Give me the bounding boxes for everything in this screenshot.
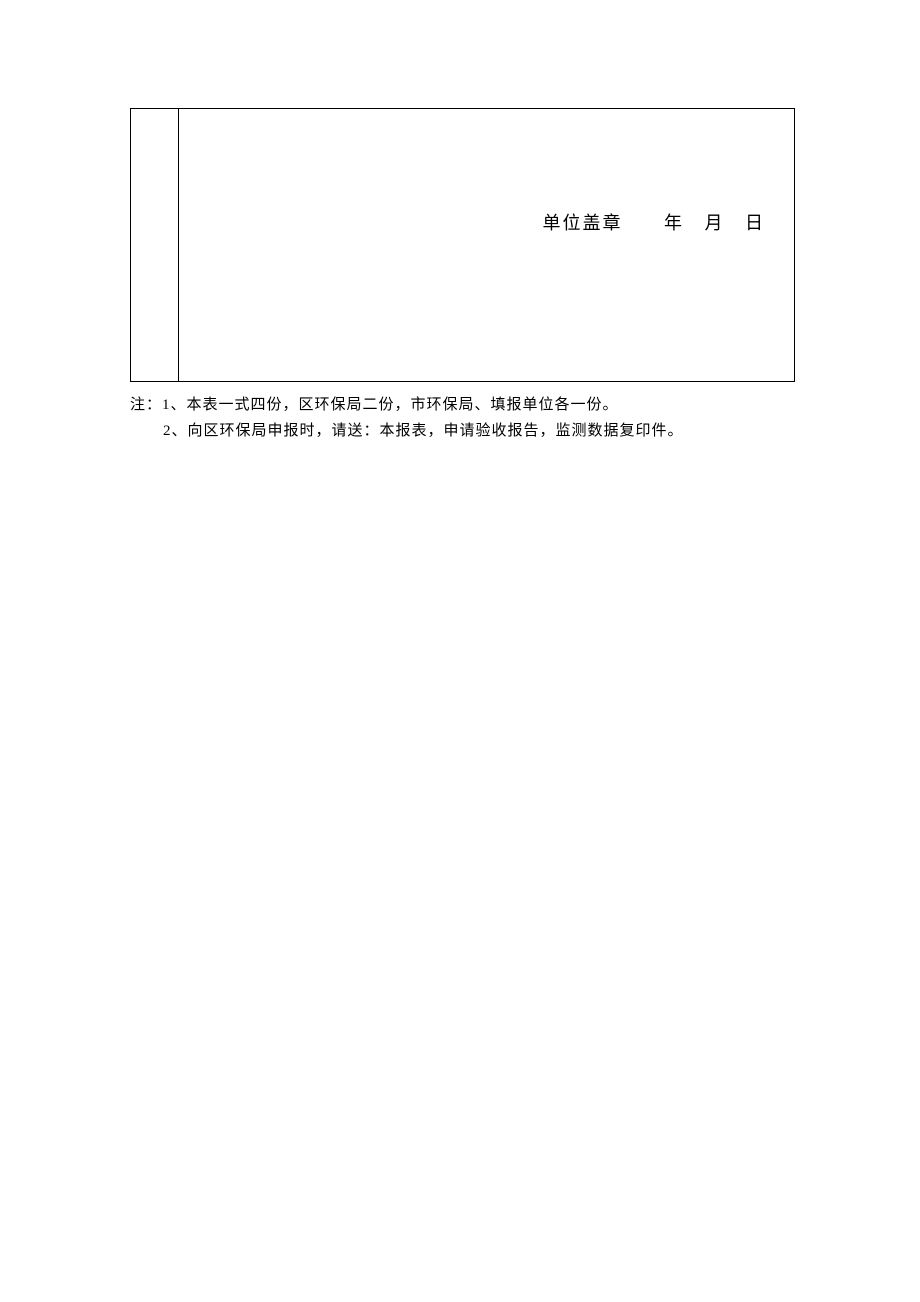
table-row: 单位盖章 年 月 日 (131, 109, 795, 382)
form-table: 单位盖章 年 月 日 (130, 108, 795, 382)
seal-date-line: 单位盖章 年 月 日 (543, 209, 773, 235)
note-line-1: 注：1、本表一式四份，区环保局二份，市环保局、填报单位各一份。 (130, 392, 795, 418)
left-cell (131, 109, 179, 382)
note-prefix: 注： (130, 397, 162, 413)
right-cell: 单位盖章 年 月 日 (179, 109, 795, 382)
note-1-text: 1、本表一式四份，区环保局二份，市环保局、填报单位各一份。 (162, 397, 619, 413)
date-placeholder: 年 月 日 (655, 213, 772, 233)
year-unit: 年 (664, 213, 682, 233)
month-unit: 月 (705, 213, 723, 233)
note-2-text: 2、向区环保局申报时，请送：本报表，申请验收报告，监测数据复印件。 (163, 423, 684, 439)
notes-block: 注：1、本表一式四份，区环保局二份，市环保局、填报单位各一份。 2、向区环保局申… (130, 392, 795, 444)
document-page: 单位盖章 年 月 日 注：1、本表一式四份，区环保局二份，市环保局、填报单位各一… (0, 0, 920, 444)
seal-label: 单位盖章 (543, 213, 623, 233)
note-line-2: 2、向区环保局申报时，请送：本报表，申请验收报告，监测数据复印件。 (130, 418, 795, 444)
day-unit: 日 (745, 213, 763, 233)
